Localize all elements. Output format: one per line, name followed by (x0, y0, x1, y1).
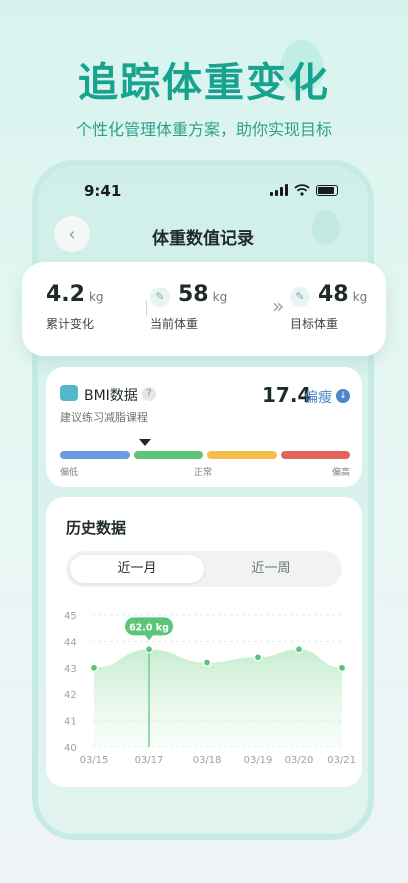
total-change-label: 累计变化 (46, 317, 95, 331)
hero-title: 追踪体重变化 (78, 60, 330, 106)
data-point (294, 645, 304, 654)
y-tick-label: 40 (64, 743, 77, 754)
x-tick-label: 03/15 (80, 755, 109, 766)
tab-week[interactable]: 近一周 (204, 555, 338, 583)
x-tick-label: 03/19 (244, 755, 273, 766)
status-bar: 9:41 (38, 182, 368, 204)
bmi-segment-normal (133, 451, 203, 459)
bmi-scale-bar (60, 451, 350, 459)
hero-subtitle: 个性化管理体重方案，助你实现目标 (75, 120, 332, 139)
history-title: 历史数据 (66, 519, 127, 537)
status-time: 9:41 (84, 182, 122, 200)
period-segmented-control: 近一月 近一周 (66, 551, 342, 587)
bmi-label-high: 偏高 (331, 468, 350, 478)
x-tick-label: 03/21 (327, 755, 356, 766)
status-icons (270, 184, 338, 196)
x-tick-label: 03/18 (193, 755, 222, 766)
scale-icon (60, 385, 78, 401)
bmi-segment-over (207, 451, 277, 459)
x-tick-label: 03/17 (135, 755, 164, 766)
data-point (144, 645, 154, 654)
current-weight-label: 当前体重 (150, 317, 199, 331)
tab-month[interactable]: 近一月 (70, 555, 204, 583)
x-tick-label: 03/20 (285, 755, 314, 766)
data-point (89, 663, 99, 672)
tooltip-label: 62.0 kg (129, 622, 169, 633)
header-decoration-drop (312, 210, 340, 244)
bmi-pointer-icon (139, 439, 151, 446)
battery-icon (316, 184, 338, 196)
target-weight-unit: kg (352, 290, 368, 304)
weight-history-chart: 40 41 42 43 44 45 62.0 kg 03/15 03/17 03/18 03/19 0… (64, 611, 356, 766)
bmi-status: 偏瘦 (304, 390, 332, 406)
signal-icon (270, 184, 288, 196)
bmi-label-low: 偏低 (60, 468, 79, 478)
bmi-scale-labels: 偏低 正常 偏高 (60, 465, 350, 478)
history-card: 历史数据 近一月 近一周 40 41 42 43 44 45 62.0 kg 03/15 03/… (46, 497, 362, 787)
target-weight-label: 目标体重 (290, 317, 339, 331)
chart-area-fill (94, 649, 342, 747)
edit-pencil-icon[interactable]: ✎ (290, 286, 310, 307)
data-point (202, 658, 212, 667)
bmi-tip: 建议练习减脂课程 (60, 411, 148, 424)
y-tick-label: 45 (64, 611, 77, 622)
bmi-segment-high (280, 451, 350, 459)
total-change-unit: kg (88, 290, 104, 304)
bmi-card: BMI数据 ? 17.4 偏瘦 ↓ 建议练习减脂课程 偏低 正常 偏高 (46, 367, 362, 487)
target-weight-value: 48 (318, 282, 349, 307)
edit-pencil-icon[interactable]: ✎ (150, 286, 170, 307)
bmi-title: BMI数据 (84, 388, 138, 404)
data-point (253, 653, 263, 662)
bmi-segment-low (60, 451, 130, 459)
total-change-stat: 4.2 kg 累计变化 (46, 282, 104, 332)
help-icon[interactable]: ? (142, 387, 156, 401)
current-weight-unit: kg (212, 290, 228, 304)
total-change-value: 4.2 (46, 282, 85, 307)
weight-summary-card: 4.2 kg 累计变化 ✎ 58 kg 当前体重 » ✎ 48 kg 目标体重 (22, 262, 386, 356)
summary-divider (146, 300, 147, 316)
data-point (337, 663, 347, 672)
double-chevron-right-icon: » (272, 294, 284, 318)
current-weight-value: 58 (178, 282, 209, 307)
arrow-down-circle-icon[interactable]: ↓ (336, 389, 350, 403)
y-tick-label: 41 (64, 717, 77, 728)
target-weight-stat[interactable]: ✎ 48 kg 目标体重 (290, 282, 367, 332)
bmi-label-normal: 正常 (194, 468, 213, 478)
wifi-icon (294, 184, 310, 196)
y-tick-label: 43 (64, 664, 77, 675)
y-tick-label: 44 (64, 637, 77, 648)
y-tick-label: 42 (64, 690, 77, 701)
current-weight-stat[interactable]: ✎ 58 kg 当前体重 (150, 282, 227, 332)
tooltip-tail (145, 635, 153, 641)
